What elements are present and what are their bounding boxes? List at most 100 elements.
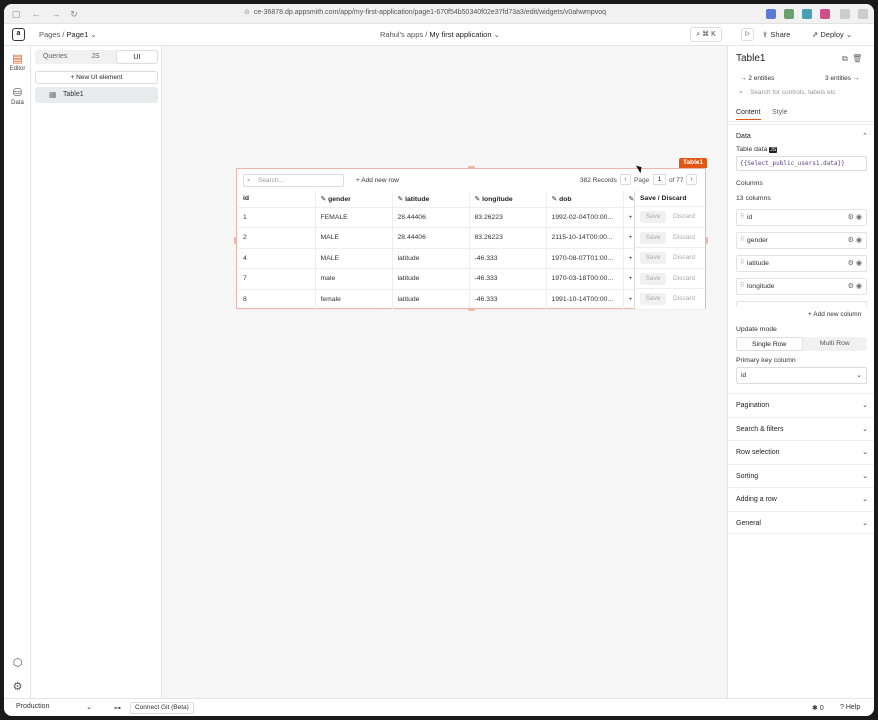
table-cell[interactable]: 7 [238,268,316,290]
discard-button[interactable]: Discard [673,293,695,305]
eye-icon[interactable]: ◉ [856,283,862,290]
reload-icon[interactable]: ↻ [68,8,80,20]
page-number-input[interactable]: 1 [653,174,666,185]
discard-button[interactable]: Discard [673,273,695,285]
app-name[interactable]: My first application [429,30,491,39]
table-cell[interactable]: latitude [392,268,470,290]
column-item-gender[interactable]: ⠿ gender ⚙ ◉ [736,232,867,249]
table-cell[interactable]: 8 [238,289,316,310]
tab-js[interactable]: JS [75,50,115,64]
add-new-row-button[interactable]: + Add new row [356,177,399,184]
discard-button[interactable]: Discard [673,211,695,223]
editor-rail-item[interactable]: ▤ Editor [4,52,31,72]
drag-handle-icon[interactable]: ⠿ [740,210,744,225]
deploy-button[interactable]: ⇗ Deploy ⌄ [812,30,852,39]
section-general[interactable]: General ⌄ [728,511,874,534]
resize-handle-bottom[interactable] [468,308,475,311]
table-widget[interactable]: ⌕ Search... + Add new row 382 Records ‹ … [236,168,706,310]
section-data[interactable]: Data ⌃ [728,124,874,147]
section-sorting[interactable]: Sorting ⌄ [728,464,874,487]
appsmith-logo[interactable]: a [12,28,25,41]
table-cell[interactable]: -46.333 [469,268,547,290]
table-cell[interactable]: FEMALE [315,207,393,228]
gear-icon[interactable]: ⚙ [848,260,854,267]
js-toggle-icon[interactable]: JS [769,147,778,153]
data-rail-item[interactable]: ⛁ Data [4,86,31,106]
trash-icon[interactable]: 🗑 [852,54,862,63]
table-cell[interactable]: -46.333 [469,248,547,269]
table-cell[interactable]: latitude [392,289,470,310]
widget-item-table1[interactable]: ▦ Table1 [35,87,158,103]
table-cell[interactable]: 2115-10-14T00:00... [546,227,624,249]
tab-queries[interactable]: Queries [35,50,75,64]
table-cell[interactable]: 28.44406 [392,227,470,249]
gear-icon[interactable]: ⚙ [848,237,854,244]
extension-icon[interactable] [840,9,850,19]
sidebar-toggle-icon[interactable]: ▢ [10,8,22,20]
drag-handle-icon[interactable]: ⠿ [740,233,744,248]
preview-button[interactable]: ▷ [741,28,754,41]
section-row-selection[interactable]: Row selection ⌄ [728,440,874,463]
table-cell[interactable]: 28.44406 [392,207,470,228]
column-header-gender[interactable]: ✎ gender [315,191,393,208]
table-cell[interactable]: 4 [238,248,316,269]
new-ui-element-button[interactable]: + New UI element [35,71,158,84]
column-item-id[interactable]: ⠿ id ⚙ ◉ [736,209,867,226]
app-breadcrumb[interactable]: Rahul's apps / My first application ⌄ [380,30,500,39]
table-cell[interactable]: 1992-02-04T00:00... [546,207,624,228]
connect-git-button[interactable]: Connect Git (Beta) [130,702,194,714]
table-row[interactable]: 8 female latitude -46.333 1991-10-14T00:00..… [238,289,636,310]
resize-handle-left[interactable] [234,237,237,244]
tab-style[interactable]: Style [772,109,788,116]
resize-handle-right[interactable] [705,237,708,244]
table-cell[interactable]: MALE [315,227,393,249]
extension-icon[interactable] [820,9,830,19]
save-button[interactable]: Save [640,211,666,223]
table-cell[interactable]: 2 [238,227,316,249]
extension-icon[interactable] [858,9,868,19]
table-cell[interactable]: -46.333 [469,289,547,310]
pages-breadcrumb[interactable]: Pages / Page1 ⌄ [39,30,97,39]
table-row[interactable]: 1 FEMALE 28.44406 83.26223 1992-02-04T00:00.… [238,207,636,228]
drag-handle-icon[interactable]: ⠿ [740,256,744,271]
property-search-input[interactable]: ⌕ Search for controls, labels etc [736,86,867,99]
table-cell[interactable]: MALE [315,248,393,269]
discard-button[interactable]: Discard [673,252,695,264]
section-adding-a-row[interactable]: Adding a row ⌄ [728,487,874,510]
environment-select[interactable]: Production ⌄ [16,703,92,711]
debugger-button[interactable]: ✱ 0 [812,704,824,712]
update-mode-multi-row[interactable]: Multi Row [803,337,868,351]
table-cell[interactable]: latitude [392,248,470,269]
back-icon[interactable]: ← [30,8,42,20]
table-cell[interactable]: 83.26223 [469,207,547,228]
next-page-button[interactable]: › [686,174,697,185]
add-new-column-button[interactable]: + Add new column [808,311,861,318]
omnibar-button[interactable]: ⌕ ⌘ K [690,27,722,42]
entities-right[interactable]: 3 entities → [825,75,859,82]
save-button[interactable]: Save [640,252,666,264]
column-header-id[interactable]: id [238,191,316,208]
save-button[interactable]: Save [640,293,666,305]
resize-handle-top[interactable] [468,166,475,169]
copy-icon[interactable]: ⧉ [842,54,848,63]
table-search-input[interactable]: ⌕ Search... [243,174,344,187]
widget-title[interactable]: Table1 [736,53,765,64]
workspace-name[interactable]: Rahul's apps [380,30,423,39]
table-row[interactable]: 7 male latitude -46.333 1970-03-18T00:00... + [238,268,636,290]
column-header-latitude[interactable]: ✎ latitude [392,191,470,208]
table-cell[interactable]: 1991-10-14T00:00... [546,289,624,310]
extension-icon[interactable] [766,9,776,19]
widget-name-tag[interactable]: Table1 [679,158,708,168]
eye-icon[interactable]: ◉ [856,260,862,267]
table-data-input[interactable]: {{Select_public_users1.data}} [736,156,867,171]
help-button[interactable]: ? Help [840,704,860,711]
table-cell[interactable]: female [315,289,393,310]
table-cell[interactable]: 1970-03-18T00:00... [546,268,624,290]
column-item-latitude[interactable]: ⠿ latitude ⚙ ◉ [736,255,867,272]
save-button[interactable]: Save [640,272,666,285]
address-bar[interactable]: ⊘ ce-36878.dp.appsmith.com/app/my-first-a… [244,8,664,20]
entities-left[interactable]: → 2 entities [740,75,774,82]
extension-icon[interactable] [802,9,812,19]
discard-button[interactable]: Discard [673,232,695,244]
forward-icon[interactable]: → [50,8,62,20]
